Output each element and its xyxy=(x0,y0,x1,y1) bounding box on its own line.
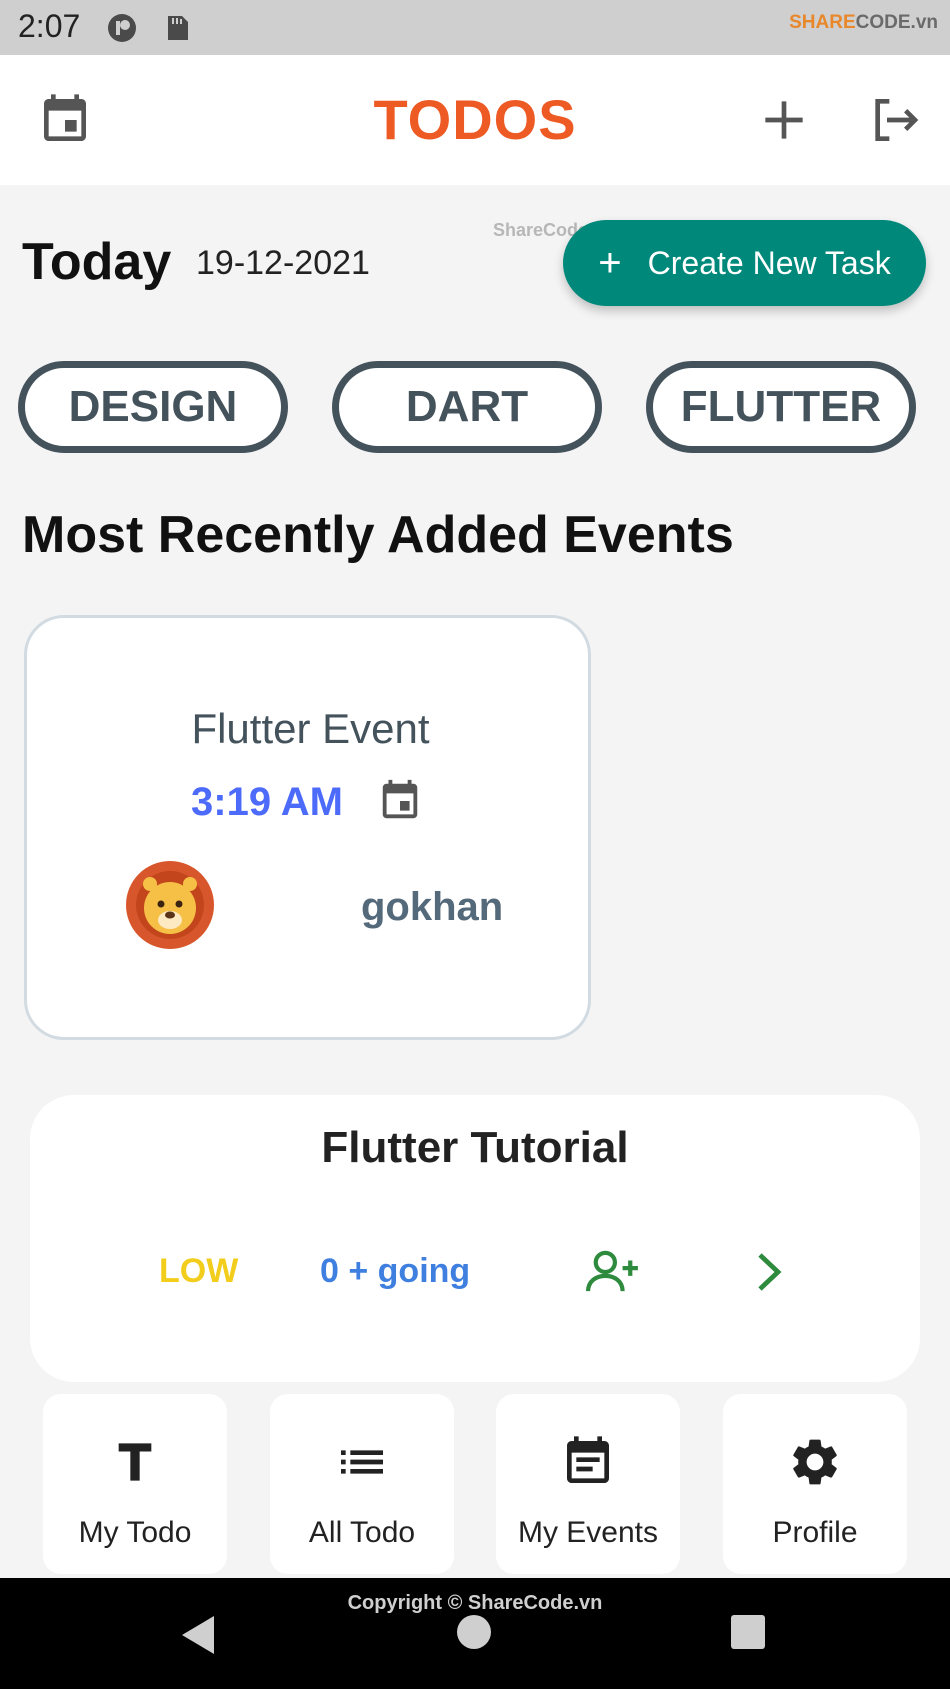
section-title: Most Recently Added Events xyxy=(22,506,734,564)
status-brand: SHARECODE.vn xyxy=(789,12,938,33)
chevron-right-icon[interactable] xyxy=(752,1251,786,1293)
plus-icon: + xyxy=(598,241,622,285)
recents-icon[interactable] xyxy=(730,1614,766,1650)
tutorial-title: Flutter Tutorial xyxy=(321,1123,629,1172)
event-note-icon xyxy=(567,1436,609,1483)
back-icon[interactable] xyxy=(178,1614,218,1656)
calendar-icon xyxy=(382,779,418,819)
today-date: 19-12-2021 xyxy=(196,244,370,282)
text-t-icon xyxy=(118,1443,152,1481)
tag-design[interactable]: DESIGN xyxy=(18,361,288,453)
status-app-icon xyxy=(108,14,136,42)
nav-my-events[interactable]: My Events xyxy=(496,1394,680,1574)
event-time: 3:19 AM xyxy=(191,780,343,824)
nav-label: My Todo xyxy=(78,1516,192,1549)
home-icon[interactable] xyxy=(456,1614,492,1650)
status-time: 2:07 xyxy=(18,8,81,44)
plus-icon[interactable] xyxy=(756,92,812,148)
add-person-icon[interactable] xyxy=(583,1249,643,1295)
going-count: 0 + going xyxy=(320,1252,471,1290)
priority-badge: LOW xyxy=(159,1252,239,1290)
nav-profile[interactable]: Profile xyxy=(723,1394,907,1574)
nav-all-todo[interactable]: All Todo xyxy=(270,1394,454,1574)
create-new-task-label: Create New Task xyxy=(647,244,891,281)
gear-icon xyxy=(793,1439,837,1485)
event-title: Flutter Event xyxy=(191,705,430,752)
copyright-text: Copyright © ShareCode.vn xyxy=(347,1592,603,1614)
app-bar: TODOS xyxy=(0,55,950,185)
event-user: gokhan xyxy=(361,885,504,929)
nav-label: Profile xyxy=(772,1516,858,1549)
create-new-task-button[interactable]: + Create New Task xyxy=(563,220,926,306)
tag-dart[interactable]: DART xyxy=(332,361,602,453)
nav-my-todo[interactable]: My Todo xyxy=(43,1394,227,1574)
sd-card-icon xyxy=(168,16,188,40)
tutorial-card[interactable]: Flutter Tutorial LOW 0 + going xyxy=(30,1095,920,1382)
event-card[interactable]: Flutter Event 3:19 AM gokhan xyxy=(24,615,591,1040)
logout-icon[interactable] xyxy=(866,92,922,148)
tag-flutter[interactable]: FLUTTER xyxy=(646,361,916,453)
nav-label: My Events xyxy=(517,1516,659,1549)
today-label: Today xyxy=(22,233,172,291)
nav-label: All Todo xyxy=(308,1516,416,1549)
list-icon xyxy=(341,1450,383,1474)
lion-avatar xyxy=(126,861,214,949)
